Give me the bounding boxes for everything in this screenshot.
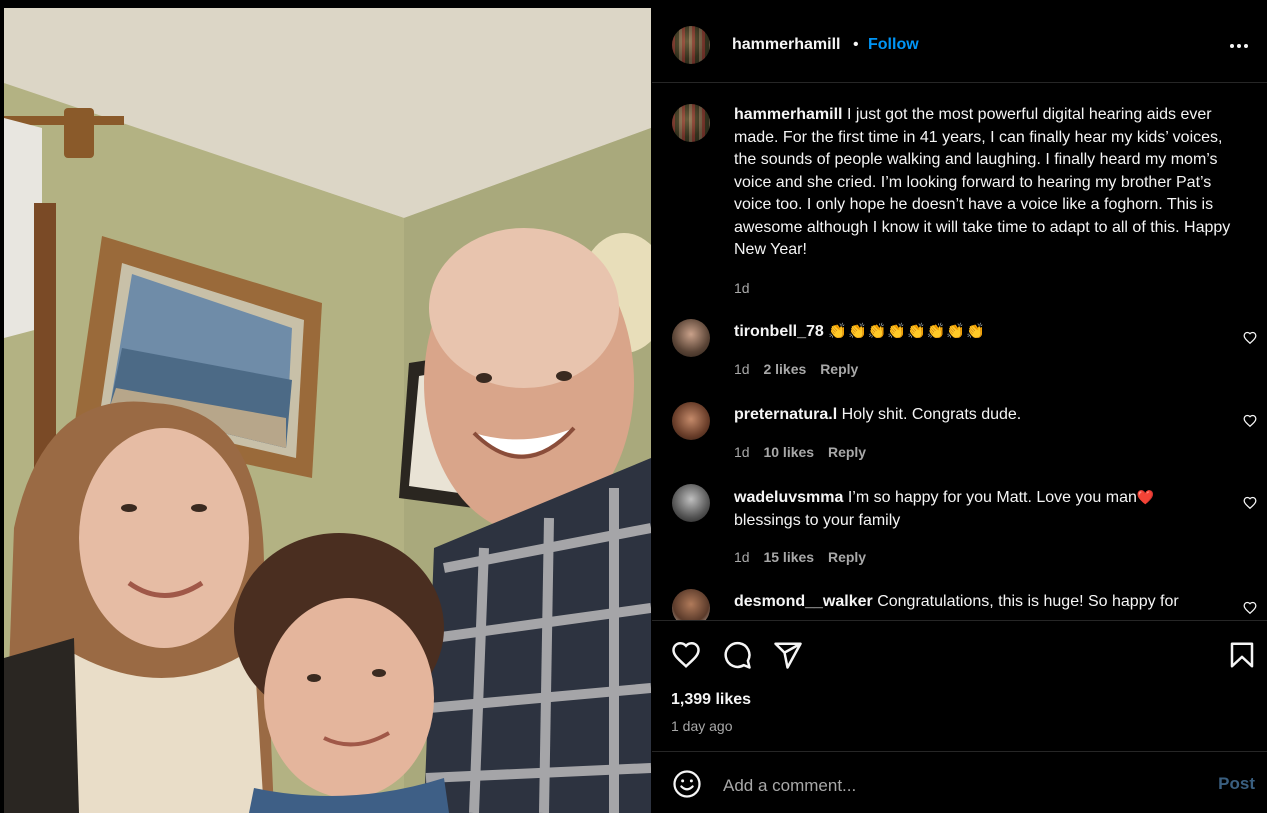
comment-time[interactable]: 1d — [734, 549, 750, 565]
comment-body: Congratulations, this is huge! So happy … — [877, 593, 1179, 610]
comment-body: Holy shit. Congrats dude. — [841, 406, 1022, 423]
comment-likes[interactable]: 2 likes — [763, 361, 806, 377]
post-actions — [652, 620, 1267, 750]
comment-likes[interactable]: 10 likes — [763, 444, 814, 460]
comment-heart-icon[interactable] — [1243, 496, 1257, 510]
heart-icon[interactable] — [671, 640, 701, 670]
comments-list[interactable]: hammerhamill I just got the most powerfu… — [652, 84, 1267, 620]
comment-meta: 1d 2 likes Reply — [734, 361, 868, 377]
comment-time[interactable]: 1d — [734, 361, 750, 377]
comment-username[interactable]: wadeluvsmma — [734, 489, 843, 506]
comment-avatar[interactable] — [672, 589, 710, 620]
photo-illustration — [4, 8, 651, 813]
post-time[interactable]: 1 day ago — [671, 718, 733, 734]
post-comment-button[interactable]: Post — [1218, 774, 1255, 794]
like-count[interactable]: 1,399 likes — [671, 691, 751, 709]
comment-heart-icon[interactable] — [1243, 601, 1257, 615]
post-side-panel: hammerhamill • Follow hammerhamill I jus… — [652, 8, 1267, 813]
comment-avatar[interactable] — [672, 484, 710, 522]
header-separator: • — [853, 36, 859, 53]
post-header: hammerhamill • Follow — [652, 8, 1267, 83]
follow-button[interactable]: Follow — [868, 36, 919, 54]
comment-text: tironbell_78 👏👏👏👏👏👏👏👏 — [734, 321, 1244, 344]
comment-meta: 1d 15 likes Reply — [734, 549, 876, 565]
comment-avatar[interactable] — [672, 402, 710, 440]
comment-heart-icon[interactable] — [1243, 414, 1257, 428]
comment-heart-icon[interactable] — [1243, 331, 1257, 345]
author-avatar[interactable] — [672, 26, 710, 64]
add-comment-bar: Post — [652, 751, 1267, 813]
heart-emoji: ❤️ — [1136, 489, 1155, 505]
comment-text: desmond__walker Congratulations, this is… — [734, 591, 1244, 614]
caption-body: I just got the most powerful digital hea… — [734, 106, 1231, 258]
emoji-icon[interactable] — [672, 769, 702, 799]
post-photo[interactable] — [4, 8, 651, 813]
comment-likes[interactable]: 15 likes — [763, 549, 814, 565]
share-icon[interactable] — [773, 640, 803, 670]
comment-username[interactable]: tironbell_78 — [734, 323, 824, 340]
comment-avatar[interactable] — [672, 319, 710, 357]
bookmark-icon[interactable] — [1227, 640, 1257, 670]
comment-body: 👏👏👏👏👏👏👏👏 — [828, 323, 986, 340]
reply-button[interactable]: Reply — [828, 549, 866, 565]
author-username[interactable]: hammerhamill — [732, 36, 840, 54]
comment-username[interactable]: preternatura.l — [734, 406, 837, 423]
caption-meta: 1d — [734, 280, 760, 296]
comment-input[interactable] — [721, 772, 1185, 800]
comment-icon[interactable] — [722, 640, 752, 670]
comment-meta: 1d 10 likes Reply — [734, 444, 876, 460]
reply-button[interactable]: Reply — [828, 444, 866, 460]
comment-time[interactable]: 1d — [734, 444, 750, 460]
comment-body-line2: blessings to your family — [734, 511, 901, 529]
caption-text: hammerhamill I just got the most powerfu… — [734, 104, 1244, 262]
caption-username[interactable]: hammerhamill — [734, 106, 842, 123]
comment-body: I’m so happy for you Matt. Love you man — [847, 489, 1137, 506]
caption-avatar[interactable] — [672, 104, 710, 142]
caption-time[interactable]: 1d — [734, 280, 750, 296]
comment-username[interactable]: desmond__walker — [734, 593, 873, 610]
reply-button[interactable]: Reply — [820, 361, 858, 377]
more-horizontal-icon[interactable] — [1227, 34, 1251, 58]
comment-text: preternatura.l Holy shit. Congrats dude. — [734, 404, 1244, 427]
comment-text: wadeluvsmma I’m so happy for you Matt. L… — [734, 486, 1244, 532]
